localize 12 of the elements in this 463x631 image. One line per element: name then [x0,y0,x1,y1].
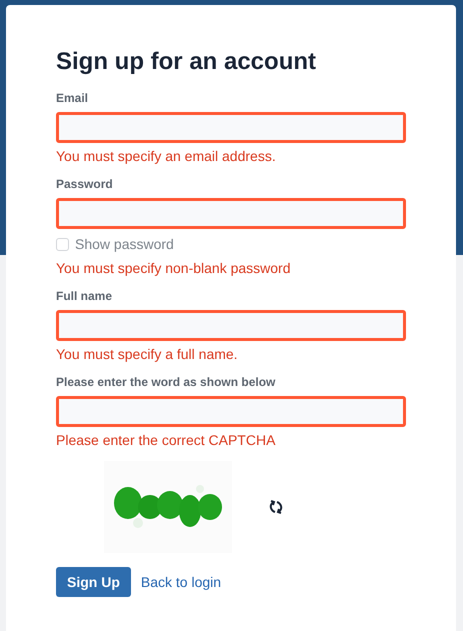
error-message: You must specify a full name. [56,345,239,363]
show-password-checkbox[interactable]: Show password [56,235,406,253]
error-message: You must specify an email address. [56,147,277,165]
field-label: Email [56,91,90,105]
error-message: You must specify non-blank password [56,259,292,277]
field-label: Full name [56,289,114,303]
back-to-login-link[interactable]: Back to login [140,572,222,592]
field-label: Password [56,177,114,191]
error-message: Please enter the correct CAPTCHA [56,431,276,449]
sign-up-button[interactable]: Sign Up [56,567,131,597]
page-title: Sign up for an account [56,47,318,77]
field-label: Please enter the word as shown below [56,375,276,389]
